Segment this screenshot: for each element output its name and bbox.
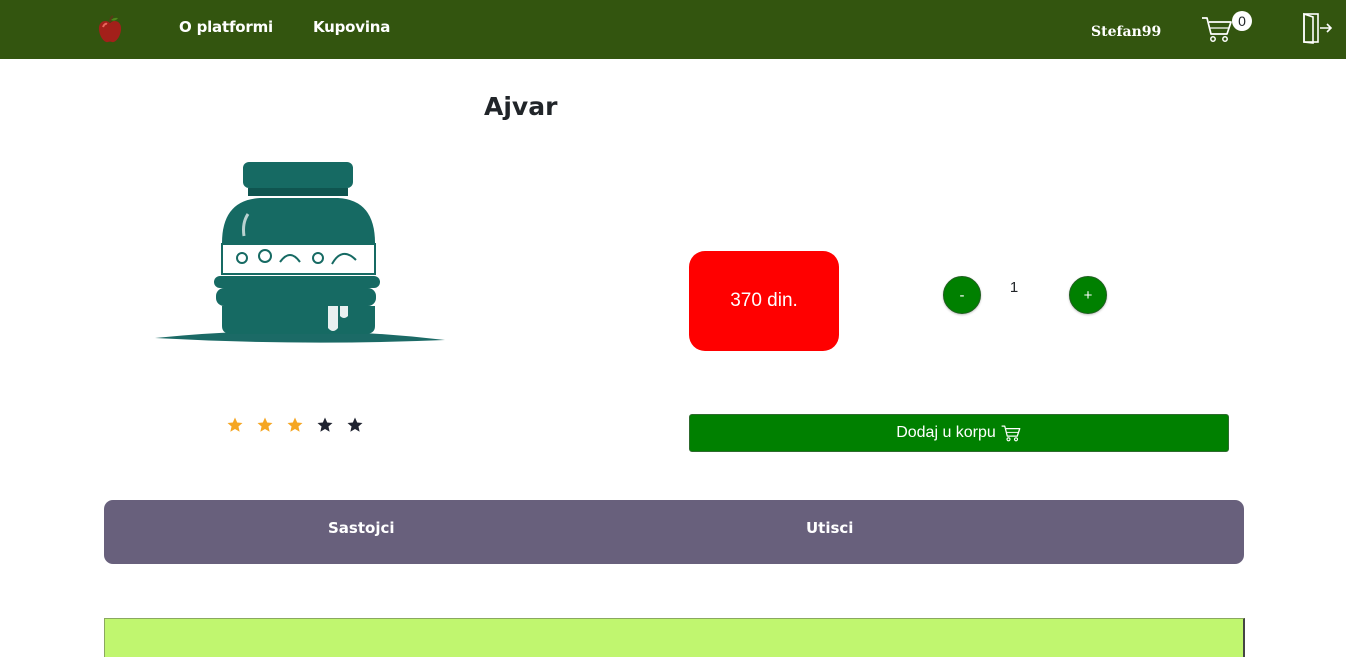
nav-link-about[interactable]: O platformi xyxy=(179,18,273,36)
quantity-decrease-button[interactable]: - xyxy=(943,276,981,314)
tab-reviews[interactable]: Utisci xyxy=(806,519,853,537)
product-jar-image xyxy=(150,138,450,390)
shopping-cart-icon xyxy=(1001,425,1021,442)
product-tabs: Sastojci Utisci xyxy=(104,500,1244,564)
price-label: 370 din. xyxy=(730,290,798,311)
add-to-cart-button[interactable]: Dodaj u korpu xyxy=(689,414,1229,452)
star-icon-filled[interactable] xyxy=(286,416,304,434)
tab-ingredients[interactable]: Sastojci xyxy=(328,519,395,537)
product-rating[interactable] xyxy=(226,416,371,436)
nav-link-shop[interactable]: Kupovina xyxy=(313,18,390,36)
star-icon-empty[interactable] xyxy=(316,416,334,434)
apple-logo-icon[interactable] xyxy=(94,14,126,46)
star-icon-filled[interactable] xyxy=(226,416,244,434)
tab-content-panel xyxy=(104,618,1245,657)
quantity-increase-button[interactable]: + xyxy=(1069,276,1107,314)
quantity-value[interactable]: 1 xyxy=(1000,279,1028,296)
cart-count-badge: 0 xyxy=(1232,11,1252,31)
star-icon-empty[interactable] xyxy=(346,416,364,434)
price-badge: 370 din. xyxy=(689,251,839,351)
star-icon-filled[interactable] xyxy=(256,416,274,434)
top-navbar: O platformi Kupovina Stefan99 0 xyxy=(0,0,1346,59)
logout-door-icon[interactable] xyxy=(1300,11,1334,45)
username-label[interactable]: Stefan99 xyxy=(1091,24,1161,40)
shopping-cart-icon[interactable] xyxy=(1200,13,1234,45)
add-to-cart-label: Dodaj u korpu xyxy=(896,424,996,441)
product-title: Ajvar xyxy=(484,92,558,121)
